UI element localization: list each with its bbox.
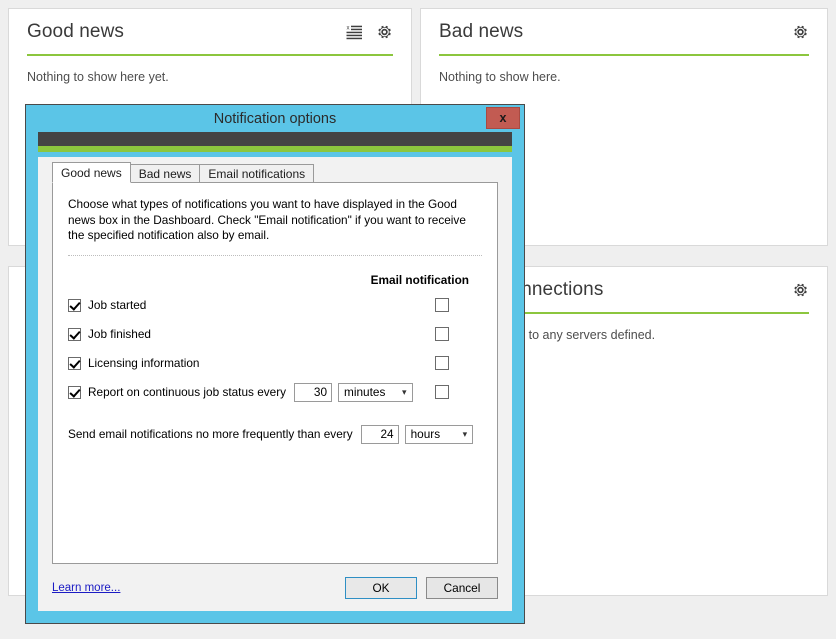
email-checkbox-licensing-information[interactable] xyxy=(435,356,449,370)
gear-icon[interactable] xyxy=(792,281,809,298)
panel-bad-news-body: Nothing to show here. xyxy=(439,70,561,84)
option-row-continuous-job-status: Report on continuous job status every mi… xyxy=(68,382,482,403)
panel-good-news-title: Good news xyxy=(27,20,125,42)
dialog-intro-text: Choose what types of notifications you w… xyxy=(68,197,482,256)
option-label-licensing-information: Licensing information xyxy=(88,356,200,370)
dialog-footer: Learn more... OK Cancel xyxy=(38,565,512,611)
email-notification-column-header: Email notification xyxy=(370,272,469,287)
interval-unit-value: minutes xyxy=(344,385,386,399)
chevron-down-icon: ▾ xyxy=(462,428,468,439)
dialog-green-band xyxy=(38,146,512,152)
email-frequency-unit-value: hours xyxy=(410,427,441,441)
panel-good-news-body: Nothing to show here yet. xyxy=(27,70,169,84)
tab-email-notifications[interactable]: Email notifications xyxy=(199,164,315,183)
option-label-job-started: Job started xyxy=(88,298,147,312)
app-root: Good news x Nothing to show here yet. Ba… xyxy=(0,0,836,639)
option-row-job-started: Job started xyxy=(68,295,482,316)
gear-icon[interactable] xyxy=(792,23,809,40)
panel-bad-news-actions xyxy=(792,23,809,40)
panel-bad-news-title: Bad news xyxy=(439,20,524,42)
interval-unit-select[interactable]: minutes ▾ xyxy=(338,382,413,402)
notification-options-dialog: Notification options x Good news Bad new… xyxy=(25,104,525,624)
checkbox-continuous-job-status[interactable] xyxy=(68,385,81,399)
interval-value-input[interactable] xyxy=(294,382,333,402)
panel-good-news-header: Good news x xyxy=(27,9,393,54)
email-frequency-value-input[interactable] xyxy=(360,424,399,444)
tab-bad-news[interactable]: Bad news xyxy=(129,164,201,183)
email-frequency-label: Send email notifications no more frequen… xyxy=(68,427,353,441)
close-icon[interactable]: x xyxy=(486,107,520,129)
option-label-continuous-job-status: Report on continuous job status every xyxy=(88,385,287,399)
tab-good-news[interactable]: Good news xyxy=(52,162,131,183)
chevron-down-icon: ▾ xyxy=(402,386,407,397)
email-frequency-row: Send email notifications no more frequen… xyxy=(68,424,482,444)
cancel-button[interactable]: Cancel xyxy=(426,577,498,599)
email-checkbox-continuous-job-status[interactable] xyxy=(435,385,450,399)
email-checkbox-job-started[interactable] xyxy=(435,298,449,312)
checkbox-job-finished[interactable] xyxy=(68,327,81,341)
dialog-dark-band xyxy=(38,132,512,146)
dialog-tabstrip: Good news Bad news Email notifications xyxy=(52,162,512,183)
checkbox-job-started[interactable] xyxy=(68,298,81,312)
panel-good-news-actions: x xyxy=(346,23,393,40)
option-row-job-finished: Job finished xyxy=(68,324,482,345)
email-checkbox-job-finished[interactable] xyxy=(435,327,449,341)
gear-icon[interactable] xyxy=(376,23,393,40)
tab-panel-good-news: Choose what types of notifications you w… xyxy=(52,182,498,564)
email-frequency-unit-select[interactable]: hours ▾ xyxy=(404,424,474,444)
option-label-job-finished: Job finished xyxy=(88,327,151,341)
clear-list-icon[interactable]: x xyxy=(346,23,363,40)
checkbox-licensing-information[interactable] xyxy=(68,356,81,370)
svg-text:x: x xyxy=(347,25,350,31)
panel-bad-news-header: Bad news xyxy=(439,9,809,54)
panel-server-connections-actions xyxy=(792,281,809,298)
option-row-licensing-information: Licensing information xyxy=(68,353,482,374)
dialog-footer-buttons: OK Cancel xyxy=(345,577,498,599)
dialog-surface: Good news Bad news Email notifications C… xyxy=(38,157,512,611)
learn-more-link[interactable]: Learn more... xyxy=(52,582,120,594)
ok-button[interactable]: OK xyxy=(345,577,417,599)
dialog-titlebar: Notification options x xyxy=(26,105,524,132)
dialog-title: Notification options xyxy=(213,110,337,127)
